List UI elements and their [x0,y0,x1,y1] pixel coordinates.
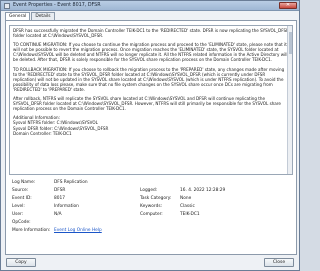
log-name-value: DFS Replication [54,180,88,185]
description-scrollbar[interactable] [287,26,292,174]
description-paragraph: Additional Information: Sysvol NTFRS fol… [13,115,109,136]
copy-button[interactable]: Copy [6,258,36,267]
tab-details[interactable]: Details [31,12,55,20]
prop-row-opcode: OpCode: [12,220,292,228]
description-paragraph: DFSR has successfully migrated the Domai… [13,28,289,39]
event-id-value: 8017 [54,196,65,201]
prop-row-event-id: Event ID: 8017 Task Category: None [12,196,292,204]
window-title: Event Properties - Event 8017, DFSR [13,3,101,8]
source-label: Source: [12,188,29,193]
user-value: N/A [54,212,62,217]
event-properties-grid: Log Name: DFS Replication Source: DFSR L… [12,180,292,236]
description-paragraph: After rollback, NTFRS will replicate the… [13,96,281,112]
level-value: Information [54,204,79,209]
title-bar[interactable]: Event Properties - Event 8017, DFSR ✕ [1,1,299,11]
prop-row-user: User: N/A Computer: TEIK-DC1 [12,212,292,220]
prop-row-source: Source: DFSR Logged: 16. 4. 2022 12:28:2… [12,188,292,196]
event-viewer-icon [4,2,10,9]
description-paragraph: TO ROLLBACK MIGRATION: If you choose to … [13,66,285,92]
keywords-label: Keywords: [140,204,163,209]
level-label: Level: [12,204,25,209]
log-name-label: Log Name: [12,180,36,185]
scrollbar-thumb[interactable] [289,32,292,54]
computer-value: TEIK-DC1 [180,212,200,217]
window-close-button[interactable]: ✕ [279,2,297,9]
event-id-label: Event ID: [12,196,32,201]
more-info-label: More Information: [12,228,51,233]
opcode-label: OpCode: [12,220,31,225]
event-properties-window: Event Properties - Event 8017, DFSR ✕ Ge… [0,0,300,271]
source-value: DFSR [54,188,66,193]
computer-label: Computer: [140,212,163,217]
description-paragraph: TO CONTINUE MIGRATION: If you choose to … [13,42,288,63]
task-category-label: Task Category: [140,196,172,201]
prop-row-log-name: Log Name: DFS Replication [12,180,292,188]
general-panel: DFSR has successfully migrated the Domai… [5,20,297,255]
task-category-value: None [180,196,192,201]
user-label: User: [12,212,24,217]
close-button[interactable]: Close [264,258,294,267]
prop-row-level: Level: Information Keywords: Classic [12,204,292,212]
logged-value: 16. 4. 2022 12:28:29 [180,188,226,193]
keywords-value: Classic [180,204,195,209]
prop-row-more-info: More Information: Event Log Online Help [12,228,292,236]
logged-label: Logged: [140,188,158,193]
event-log-online-help-link[interactable]: Event Log Online Help [54,228,102,233]
description-box[interactable]: DFSR has successfully migrated the Domai… [9,25,293,175]
